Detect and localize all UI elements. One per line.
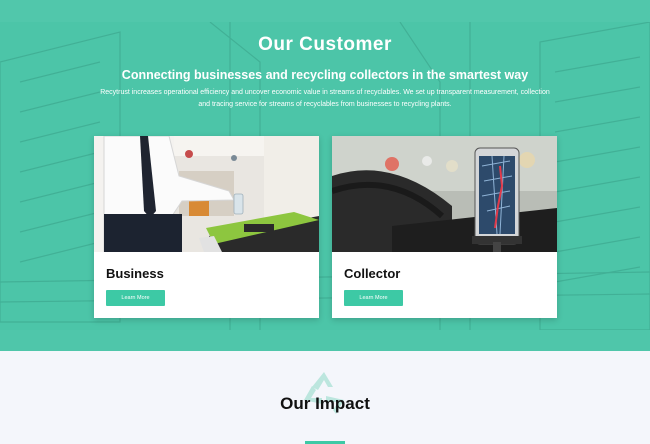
customer-title: Our Customer: [258, 34, 392, 55]
customer-section: Our Customer Connecting businesses and r…: [0, 0, 650, 351]
collector-learn-more-button[interactable]: Learn More: [344, 290, 403, 306]
customer-description: Recytrust increases operational efficien…: [100, 89, 550, 108]
business-card: Business Learn More: [94, 136, 319, 318]
impact-title: Our Impact: [280, 394, 370, 413]
top-band: [0, 0, 650, 22]
business-image: [94, 136, 319, 252]
bottom-band: [0, 330, 650, 351]
collector-image: [332, 136, 557, 252]
business-learn-more-button[interactable]: Learn More: [106, 290, 165, 306]
collector-card-title: Collector: [344, 266, 401, 281]
business-card-title: Business: [106, 266, 164, 281]
customer-subtitle: Connecting businesses and recycling coll…: [121, 68, 529, 82]
collector-card: Collector Learn More: [332, 136, 557, 318]
